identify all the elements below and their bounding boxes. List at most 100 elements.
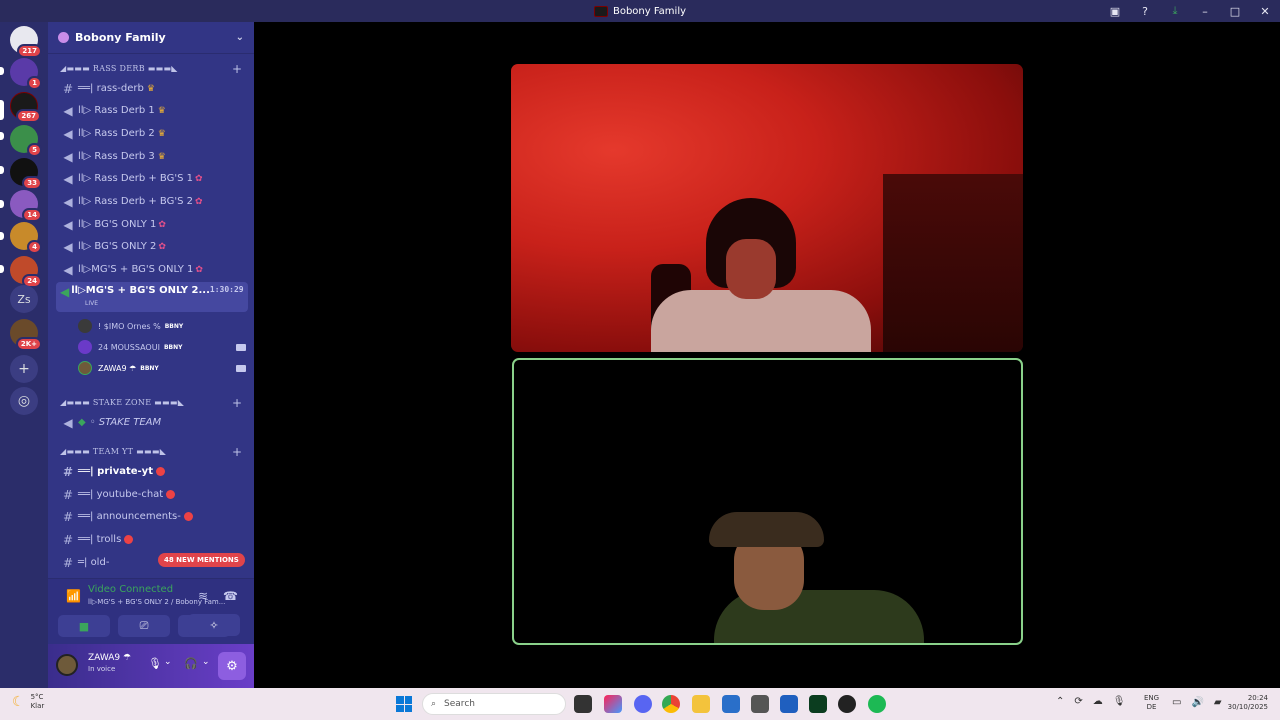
video-tile-streamer[interactable] <box>511 64 1023 352</box>
close-button[interactable]: ✕ <box>1250 5 1280 18</box>
channel-rass-derb[interactable]: # ══| rass-derb ♛ <box>56 78 248 99</box>
chrome-icon[interactable] <box>662 695 680 713</box>
discord-taskbar-icon[interactable] <box>634 695 652 713</box>
channel-youtube-chat[interactable]: # ══| youtube-chat <box>56 484 248 505</box>
channel-private-yt[interactable]: # ══| private-yt <box>56 461 248 482</box>
help-icon[interactable]: ? <box>1130 5 1160 18</box>
chevron-down-icon[interactable]: ⌄ <box>236 32 244 43</box>
channel-rass-derb-1[interactable]: ◀ ll▷ Rass Derb 1 ♛ <box>56 100 248 121</box>
clock[interactable]: 20:24 30/10/2025 <box>1224 694 1268 712</box>
vscode-icon[interactable] <box>780 695 798 713</box>
channel-stake-team[interactable]: ◀ ◆ ◦ STAKE TEAM <box>56 412 248 433</box>
voice-status[interactable]: Video Connected <box>88 584 173 595</box>
category-rass-derb[interactable]: ◢▬▬▬ RASS DERB ▬▬▬◣ <box>60 64 178 73</box>
screen-share-button[interactable]: ⎚ <box>118 615 170 637</box>
channel-rass-derb-bgs-2[interactable]: ◀ ll▷ Rass Derb + BG'S 2 ✿ <box>56 191 248 212</box>
cloud-icon[interactable]: ☁ <box>1093 696 1103 707</box>
disconnect-icon[interactable]: ☎ <box>223 589 238 603</box>
download-icon[interactable]: ⤓ <box>1160 4 1190 18</box>
settings-button[interactable]: ⚙ <box>218 652 246 680</box>
camera-icon: ■ <box>78 619 90 633</box>
network-icon[interactable]: ▭ <box>1172 697 1181 708</box>
server-icon[interactable]: 267 <box>10 92 41 123</box>
chevron-up-icon[interactable]: ⌃ <box>1056 696 1064 707</box>
weather-widget[interactable]: ☾ 5°C Klar <box>12 693 44 711</box>
taskbar-search[interactable]: ⌕ Search <box>422 693 566 715</box>
channel-label: ll▷ Rass Derb 2 <box>78 128 155 139</box>
username[interactable]: ZAWA9 ☂ <box>88 653 131 663</box>
maximize-button[interactable]: □ <box>1220 5 1250 18</box>
gem-icon: ✿ <box>158 241 166 252</box>
unread-pill <box>0 232 4 240</box>
start-button[interactable] <box>396 696 412 712</box>
server-icon[interactable]: 33 <box>10 158 42 190</box>
voice-user-name: ZAWA9 ☂ <box>98 363 137 373</box>
gem-icon: ◆ <box>78 417 86 428</box>
guild-header[interactable]: Bobony Family ⌄ <box>48 22 254 54</box>
add-server-icon[interactable]: + <box>10 355 38 383</box>
add-channel-icon[interactable]: + <box>232 396 242 410</box>
spotify-icon[interactable] <box>868 695 886 713</box>
server-icon[interactable]: 5 <box>10 125 42 157</box>
battery-icon[interactable]: ▰ <box>1214 697 1222 708</box>
new-mentions-button[interactable]: 48 NEW MENTIONS <box>158 553 245 567</box>
headphones-icon[interactable]: 🎧 <box>184 657 198 670</box>
video-tile-self[interactable] <box>512 358 1023 645</box>
copilot-icon[interactable] <box>604 695 622 713</box>
text-channel-icon: # <box>62 487 74 502</box>
soundboard-button-visible[interactable]: ✧ <box>188 614 240 636</box>
user-status: In voice <box>88 665 116 673</box>
chevron-down-icon[interactable]: ⌄ <box>164 657 172 667</box>
server-badge: 33 <box>22 176 42 190</box>
channel-mgs-bgs-2[interactable]: ◀ ll▷MG'S + BG'S ONLY 2... 1:30:29 LIVE <box>56 282 248 312</box>
voice-user[interactable]: ZAWA9 ☂ BBNY <box>78 358 248 378</box>
channel-bgs-only-2[interactable]: ◀ ll▷ BG'S ONLY 2 ✿ <box>56 236 248 257</box>
channel-bgs-only-1[interactable]: ◀ ll▷ BG'S ONLY 1 ✿ <box>56 214 248 235</box>
voice-user[interactable]: ! $IMO Ornes % BBNY <box>78 316 248 336</box>
channel-trolls[interactable]: # ══| trolls <box>56 529 248 550</box>
server-folder-icon[interactable]: 2K+ <box>10 319 42 351</box>
camera-button[interactable]: ■ <box>58 615 110 637</box>
noise-suppression-icon[interactable]: ≋ <box>198 589 208 603</box>
store-icon[interactable] <box>722 695 740 713</box>
channel-label: ◦ STAKE TEAM <box>89 417 162 428</box>
server-icon[interactable]: 14 <box>10 190 42 222</box>
server-icon[interactable]: 1 <box>10 58 42 90</box>
volume-icon[interactable]: 🔊 <box>1191 697 1203 708</box>
server-icon-zs[interactable]: Zs <box>10 285 38 313</box>
crown-icon: ♛ <box>157 128 166 139</box>
microphone-icon[interactable]: 🎙 <box>148 657 162 670</box>
signal-icon[interactable]: 📶 <box>66 589 81 603</box>
explore-servers-icon[interactable]: ◎ <box>10 387 38 415</box>
microphone-icon[interactable]: 🎙 <box>1113 696 1126 707</box>
app-icon[interactable] <box>751 695 769 713</box>
channel-announcements[interactable]: # ══| announcements- <box>56 506 248 527</box>
chevron-down-icon[interactable]: ⌄ <box>202 657 210 667</box>
channel-rass-derb-3[interactable]: ◀ ll▷ Rass Derb 3 ♛ <box>56 146 248 167</box>
obs-icon[interactable] <box>838 695 856 713</box>
server-icon[interactable]: 4 <box>10 222 42 254</box>
avatar[interactable] <box>56 654 78 676</box>
channel-label: ══| trolls <box>78 534 122 545</box>
add-channel-icon[interactable]: + <box>232 62 242 76</box>
sync-icon[interactable]: ⟳ <box>1074 696 1082 707</box>
voice-user[interactable]: 24 MOUSSAOUI BBNY <box>78 337 248 357</box>
server-icon[interactable]: 24 <box>10 256 42 288</box>
channel-rass-derb-2[interactable]: ◀ ll▷ Rass Derb 2 ♛ <box>56 123 248 144</box>
category-stake-zone[interactable]: ◢▬▬▬ STAKE ZONE ▬▬▬◣ <box>60 398 184 407</box>
task-view-icon[interactable] <box>574 695 592 713</box>
guild-icon <box>58 32 69 43</box>
add-channel-icon[interactable]: + <box>232 445 242 459</box>
language-indicator[interactable]: ENG DE <box>1144 694 1159 712</box>
category-team-yt[interactable]: ◢▬▬▬ TEAM YT ▬▬▬◣ <box>60 447 166 456</box>
unread-pill <box>0 265 4 273</box>
unread-pill <box>0 132 4 140</box>
inbox-icon[interactable]: ▣ <box>1100 5 1130 18</box>
file-explorer-icon[interactable] <box>692 695 710 713</box>
terminal-icon[interactable] <box>809 695 827 713</box>
minimize-button[interactable]: – <box>1190 5 1220 18</box>
server-icon[interactable]: 217 <box>10 26 42 58</box>
channel-rass-derb-bgs-1[interactable]: ◀ ll▷ Rass Derb + BG'S 1 ✿ <box>56 168 248 189</box>
channel-mgs-bgs-1[interactable]: ◀ ll▷MG'S + BG'S ONLY 1 ✿ <box>56 259 248 280</box>
channel-label: ll▷ Rass Derb 3 <box>78 151 155 162</box>
